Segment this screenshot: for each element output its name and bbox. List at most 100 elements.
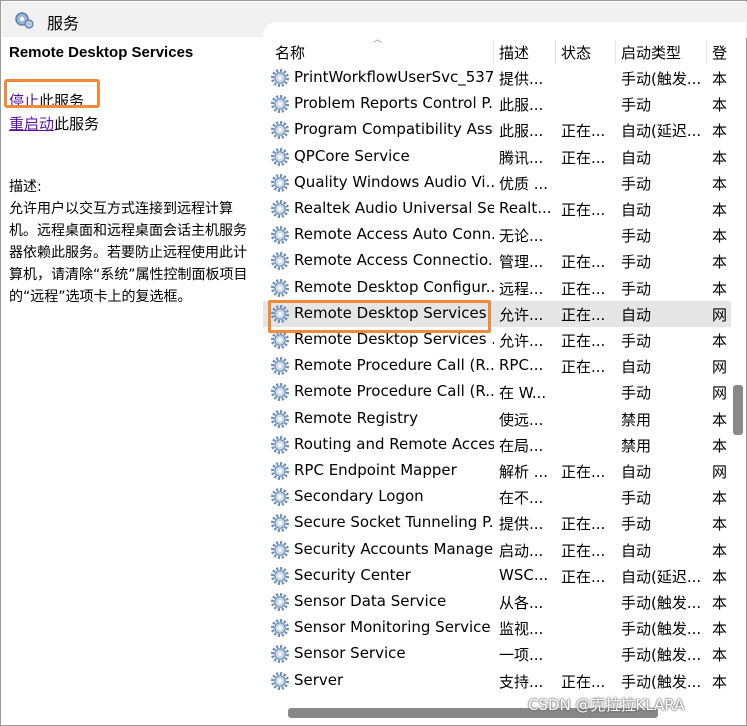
service-name-cell: Remote Procedure Call (R... <box>294 356 494 375</box>
column-header-status[interactable]: 状态 <box>561 42 591 63</box>
service-name-cell: PrintWorkflowUserSvc_537... <box>294 68 494 86</box>
service-startup-type-cell: 手动(触发... <box>621 620 702 639</box>
service-name-cell: Secondary Logon <box>294 487 424 506</box>
service-status-cell: 正在... <box>561 201 606 219</box>
service-row[interactable]: Quality Windows Audio Vi... 优质 ... 手动本 <box>263 170 746 196</box>
column-header-description[interactable]: 描述 <box>499 42 529 63</box>
service-description-cell: 无论... <box>499 227 544 246</box>
vertical-scroll-thumb[interactable] <box>733 385 743 435</box>
service-gear-icon <box>271 462 289 480</box>
service-description-cell: 管理... <box>499 253 544 272</box>
service-row[interactable]: Remote Access Auto Conn... 无论... 手动本 <box>263 222 746 248</box>
service-description-cell: 允许... <box>499 305 544 324</box>
service-status-cell: 正在... <box>561 305 606 324</box>
service-startup-type-cell: 手动 <box>621 384 652 403</box>
window-title: 服务 <box>47 14 80 33</box>
service-row[interactable]: Remote Procedure Call (R... 在 W... 手动网 <box>263 379 746 405</box>
service-name-cell: Sensor Data Service <box>294 592 447 610</box>
service-startup-type-cell: 手动 <box>621 227 652 246</box>
service-startup-type-cell: 自动(延迟... <box>621 122 702 141</box>
service-name-cell: Secure Socket Tunneling P... <box>294 513 494 532</box>
service-row[interactable]: Secure Socket Tunneling P... 提供... 正在... 手动… <box>263 510 746 536</box>
service-name-cell: Sensor Monitoring Service <box>294 618 491 637</box>
service-description-cell: 远程... <box>499 279 544 298</box>
service-row[interactable]: Program Compatibility Assi... 此服... 正在... 自… <box>263 117 746 143</box>
column-header-logon[interactable]: 登 <box>712 42 727 63</box>
service-row[interactable]: Sensor Data Service 从各... 手动(触发... 本 <box>263 589 746 615</box>
service-description-cell: 腾讯... <box>499 148 544 167</box>
service-gear-icon <box>271 593 289 611</box>
service-gear-icon <box>271 514 289 533</box>
service-status-cell: 正在... <box>561 279 606 298</box>
column-header-startup-type[interactable]: 启动类型 <box>621 42 681 63</box>
service-row[interactable]: Routing and Remote Access 在局... 禁用本 <box>263 432 746 458</box>
service-row[interactable]: RPC Endpoint Mapper 解析 ... 正在... 自动网 <box>263 458 746 484</box>
service-row[interactable]: Remote Access Connectio... 管理... 正在... 手动本 <box>263 248 746 274</box>
service-row[interactable]: Realtek Audio Universal Se... Realt... 正在.… <box>263 196 746 222</box>
service-gear-icon <box>271 488 289 507</box>
service-description-cell: RPC... <box>499 356 544 375</box>
column-separator[interactable] <box>615 40 616 64</box>
service-row[interactable]: Remote Registry 使远... 禁用本 <box>263 406 746 432</box>
service-gear-icon <box>271 252 289 271</box>
service-name-cell: Sensor Service <box>294 644 406 663</box>
service-description-cell: 优质 ... <box>499 174 549 193</box>
service-startup-type-cell: 手动 <box>621 253 652 272</box>
service-name-cell: Remote Procedure Call (R... <box>294 382 494 401</box>
column-separator[interactable] <box>493 40 494 64</box>
service-name-cell: Remote Desktop Configur... <box>294 277 494 296</box>
service-name-cell: Remote Access Connectio... <box>294 251 494 270</box>
service-row[interactable]: Security Accounts Manager 启动... 正在... 自动本 <box>263 537 746 563</box>
service-gear-icon <box>271 566 289 585</box>
column-header-row: ︿ 名称 描述 状态 启动类型 登 <box>263 22 746 66</box>
vertical-scrollbar[interactable] <box>731 40 746 700</box>
service-gear-icon <box>271 278 289 297</box>
service-gear-icon <box>271 69 289 87</box>
service-startup-type-cell: 自动 <box>621 201 652 219</box>
service-startup-type-cell: 手动(触发... <box>621 646 702 665</box>
service-name-cell: RPC Endpoint Mapper <box>294 461 457 479</box>
service-status-cell: 正在... <box>561 358 606 377</box>
restart-service-link[interactable]: 重启动 <box>9 115 54 133</box>
service-row[interactable]: Remote Procedure Call (R... RPC... 正在... 自动… <box>263 353 746 379</box>
service-description-cell: 在 W... <box>499 384 547 403</box>
service-name-cell: Security Center <box>294 565 411 584</box>
service-row[interactable]: Server 支持... 正在... 手动(触发... 本 <box>263 668 746 694</box>
service-name-cell: Realtek Audio Universal Se... <box>294 199 494 217</box>
service-row[interactable]: Remote Desktop Configur... 远程... 正在... 手动本 <box>263 275 746 301</box>
service-row[interactable]: Sensor Service 一项... 手动(触发... 本 <box>263 641 746 667</box>
service-row[interactable]: Secondary Logon 在不... 手动本 <box>263 484 746 510</box>
service-row[interactable]: Security Center WSC... 正在... 自动(延迟... 本 <box>263 563 746 589</box>
service-startup-type-cell: 手动 <box>621 174 652 193</box>
service-startup-type-cell: 禁用 <box>621 436 652 455</box>
service-row[interactable]: PrintWorkflowUserSvc_537... 提供... 手动(触发...… <box>263 65 746 91</box>
service-gear-icon <box>271 409 289 428</box>
service-description-cell: 解析 ... <box>499 463 549 481</box>
service-startup-type-cell: 自动 <box>621 541 652 560</box>
service-status-cell: 正在... <box>561 515 606 534</box>
service-gear-icon <box>271 331 289 349</box>
service-row[interactable]: QPCore Service 腾讯... 正在... 自动本 <box>263 144 746 170</box>
service-row[interactable]: Sensor Monitoring Service 监视... 手动(触发... 本 <box>263 615 746 641</box>
service-gear-icon <box>271 435 289 454</box>
service-startup-type-cell: 手动 <box>621 332 652 350</box>
service-gear-icon <box>271 619 289 638</box>
stop-link-highlight <box>4 79 100 108</box>
service-gear-icon <box>271 200 289 218</box>
column-separator[interactable] <box>706 40 707 64</box>
service-status-cell: 正在... <box>561 148 606 167</box>
column-header-name[interactable]: 名称 <box>275 42 305 63</box>
service-startup-type-cell: 手动 <box>621 489 652 508</box>
service-startup-type-cell: 手动 <box>621 96 652 115</box>
service-startup-type-cell: 自动 <box>621 463 652 481</box>
service-gear-icon <box>271 173 289 192</box>
service-name-cell: Routing and Remote Access <box>294 434 494 453</box>
service-description-cell: 此服... <box>499 122 544 141</box>
service-gear-icon <box>271 226 289 245</box>
service-status-cell: 正在... <box>561 253 606 272</box>
restart-service-action: 重启动此服务 <box>9 113 99 134</box>
service-name-cell: Security Accounts Manager <box>294 539 494 558</box>
service-row[interactable]: Problem Reports Control P... 此服... 手动本 <box>263 91 746 117</box>
column-separator[interactable] <box>555 40 556 64</box>
service-name-cell: Remote Registry <box>294 408 419 427</box>
